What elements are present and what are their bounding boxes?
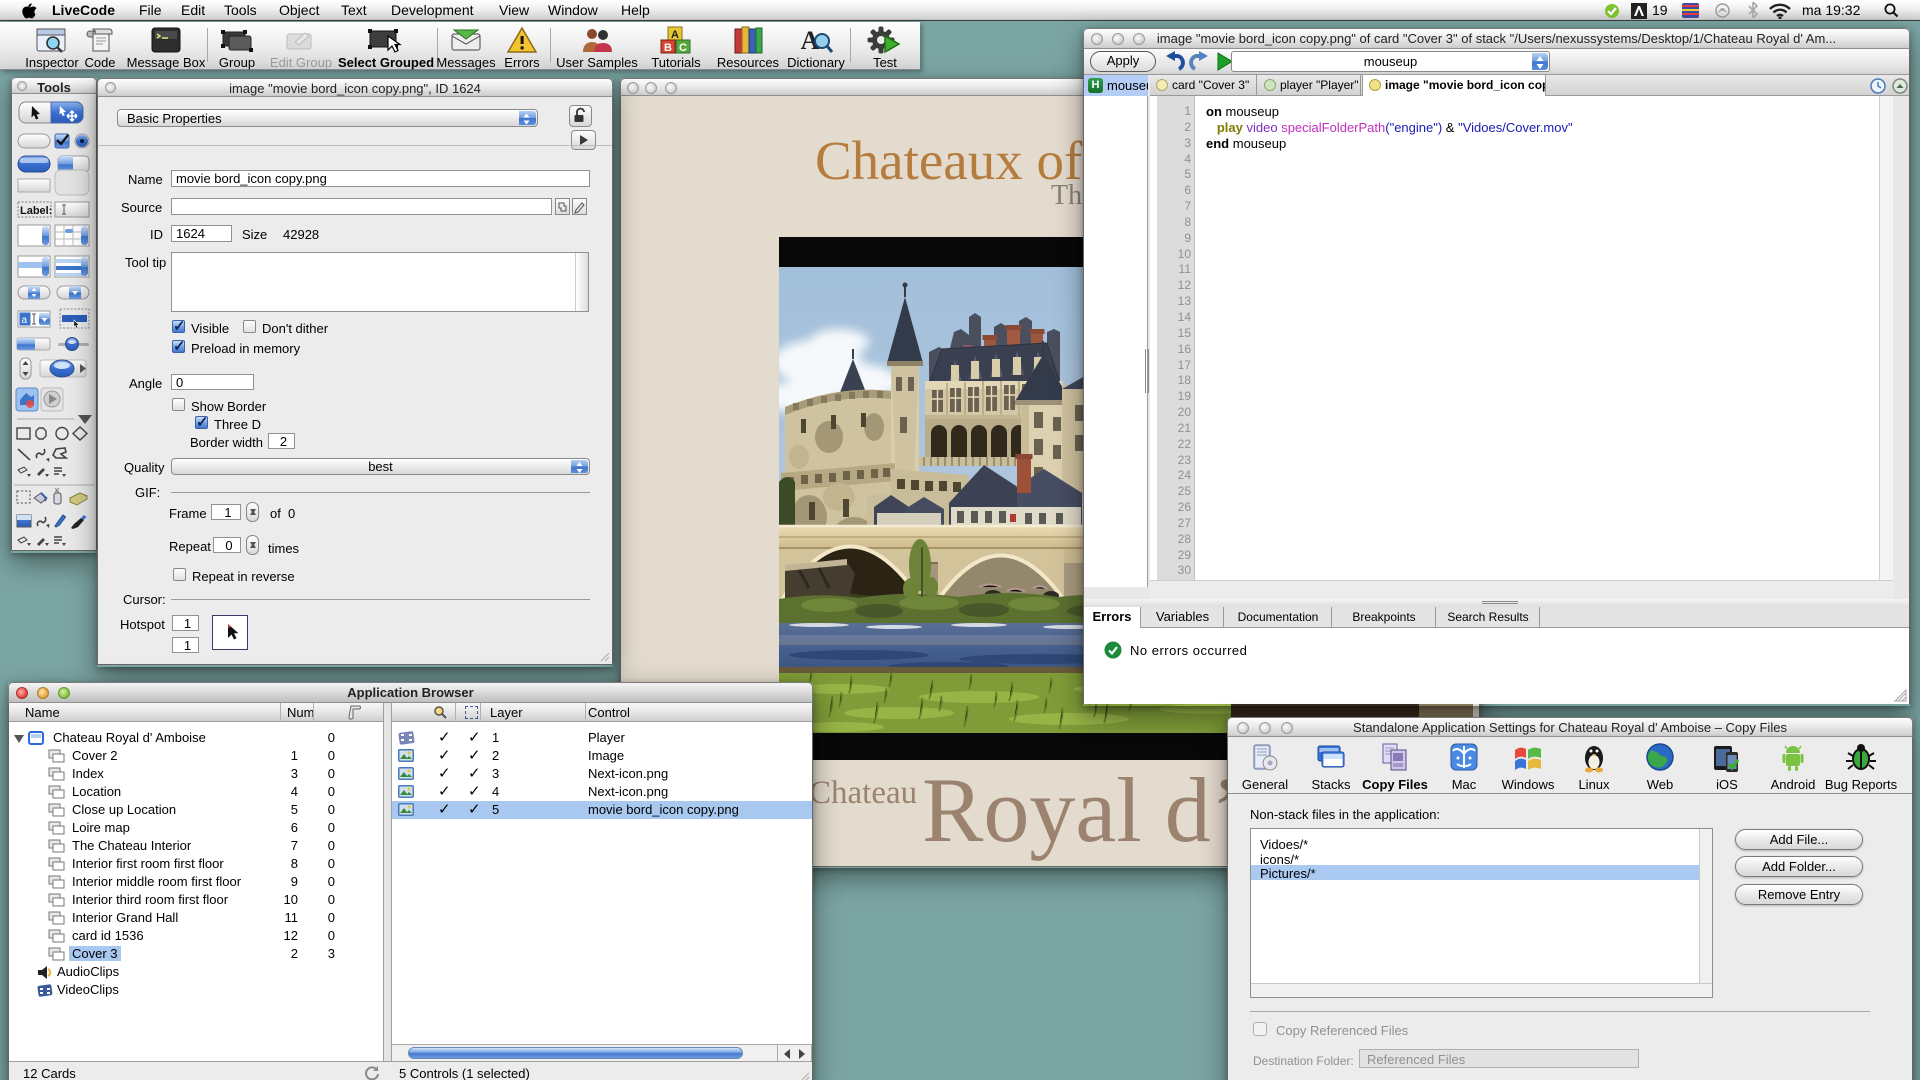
svg-text:Label:: Label: — [20, 205, 52, 217]
svg-text:a: a — [22, 315, 28, 326]
svg-text:B: B — [664, 42, 672, 54]
svg-text:C: C — [679, 42, 687, 54]
svg-text:A: A — [671, 29, 679, 41]
